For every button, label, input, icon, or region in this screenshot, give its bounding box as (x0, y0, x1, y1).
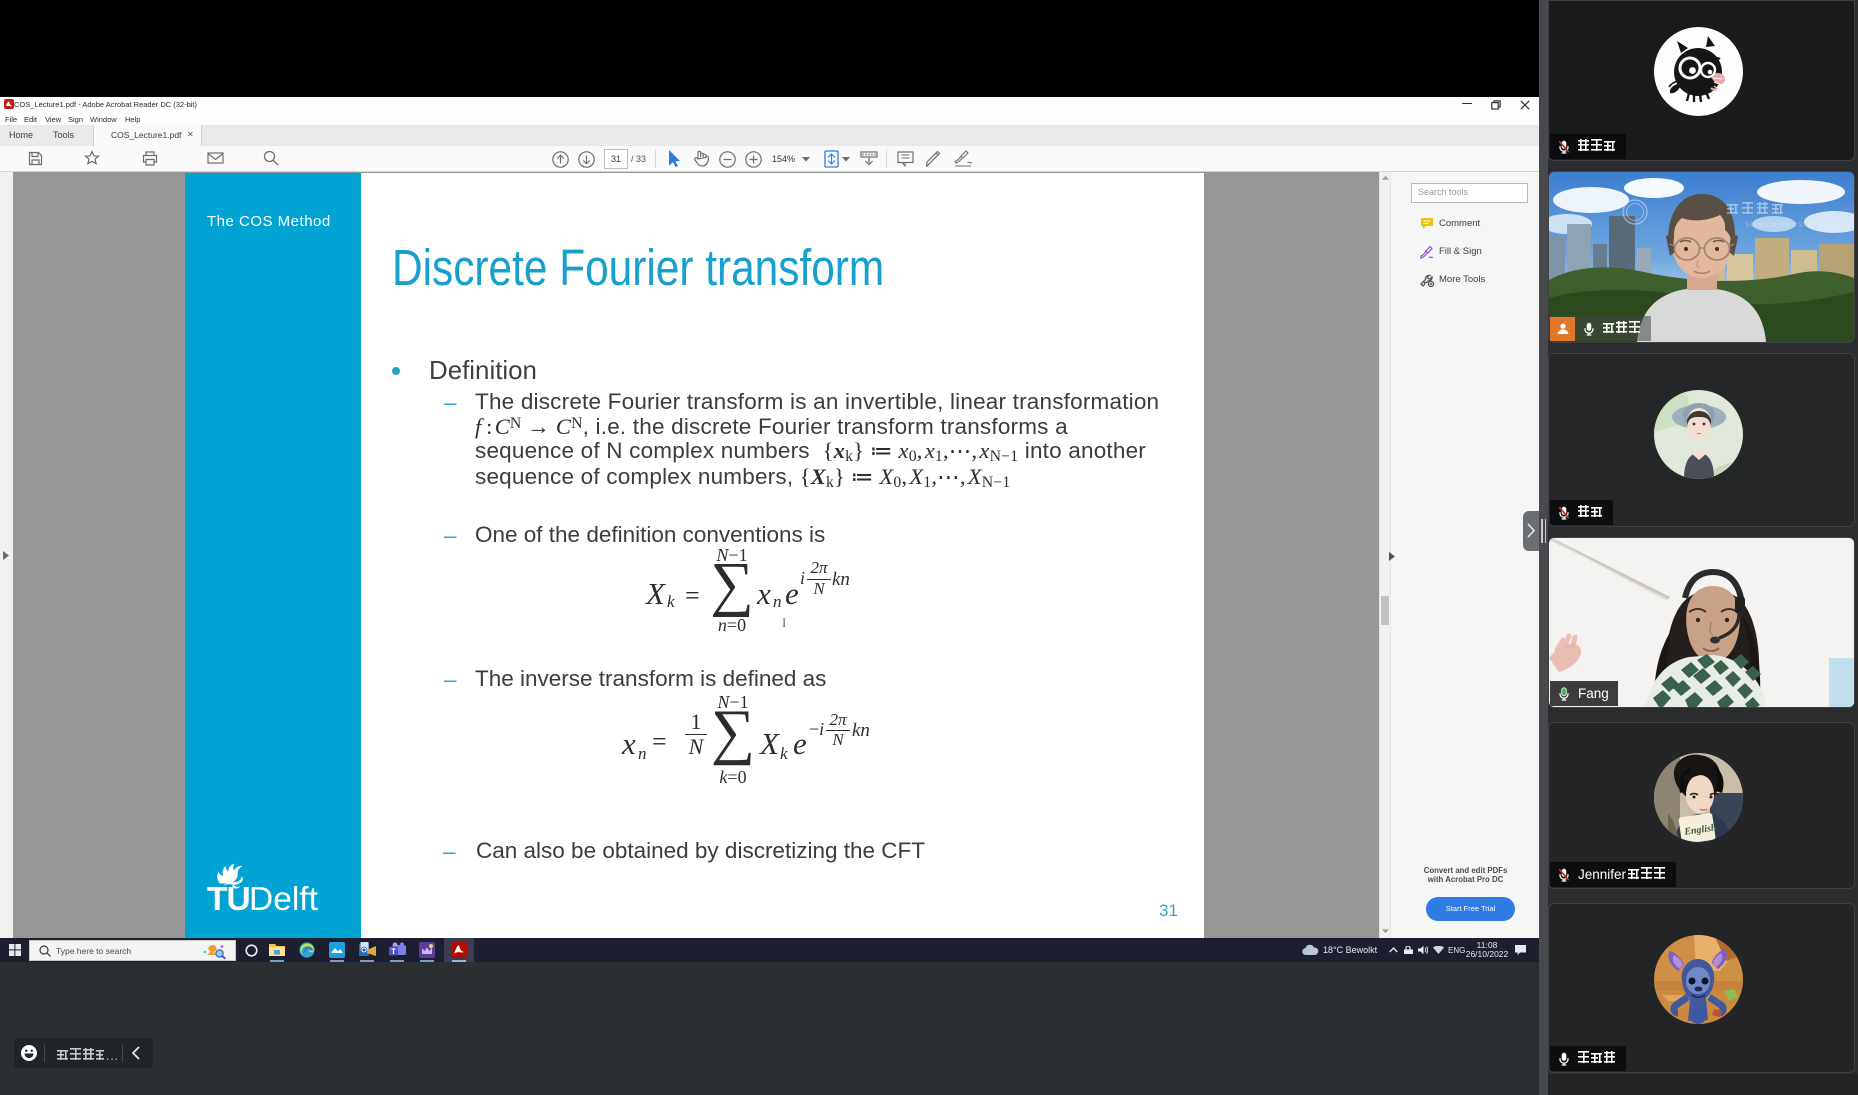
svg-text:TU: TU (207, 881, 250, 918)
svg-text:Delft: Delft (249, 881, 319, 918)
